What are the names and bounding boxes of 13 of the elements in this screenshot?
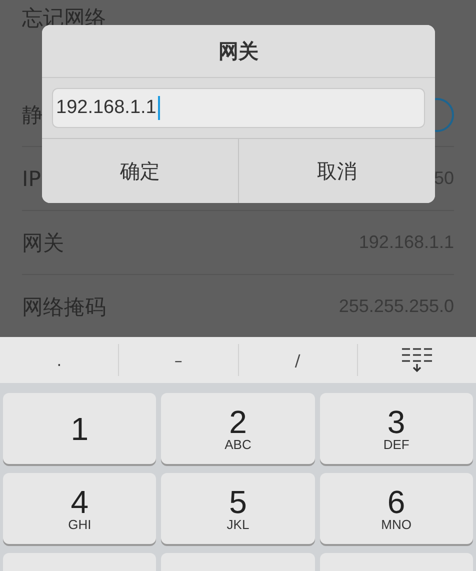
symbol-key[interactable]: .: [48, 350, 70, 370]
number-key[interactable]: 4 GHI: [3, 473, 156, 544]
number-key[interactable]: 3 DEF: [320, 393, 473, 464]
number-key[interactable]: 6 MNO: [320, 473, 473, 544]
symbol-key[interactable]: –: [166, 350, 190, 370]
keyboard-hide-icon[interactable]: [400, 347, 433, 373]
number-key[interactable]: 1: [3, 393, 156, 464]
input-field[interactable]: 192.168.1.1: [52, 88, 425, 128]
dialog-button[interactable]: 取消: [238, 139, 435, 203]
number-key[interactable]: 2 ABC: [161, 393, 315, 464]
dialog-title: 网关: [42, 25, 435, 78]
number-key[interactable]: 5 JKL: [161, 473, 315, 544]
symbol-key[interactable]: /: [286, 350, 308, 370]
